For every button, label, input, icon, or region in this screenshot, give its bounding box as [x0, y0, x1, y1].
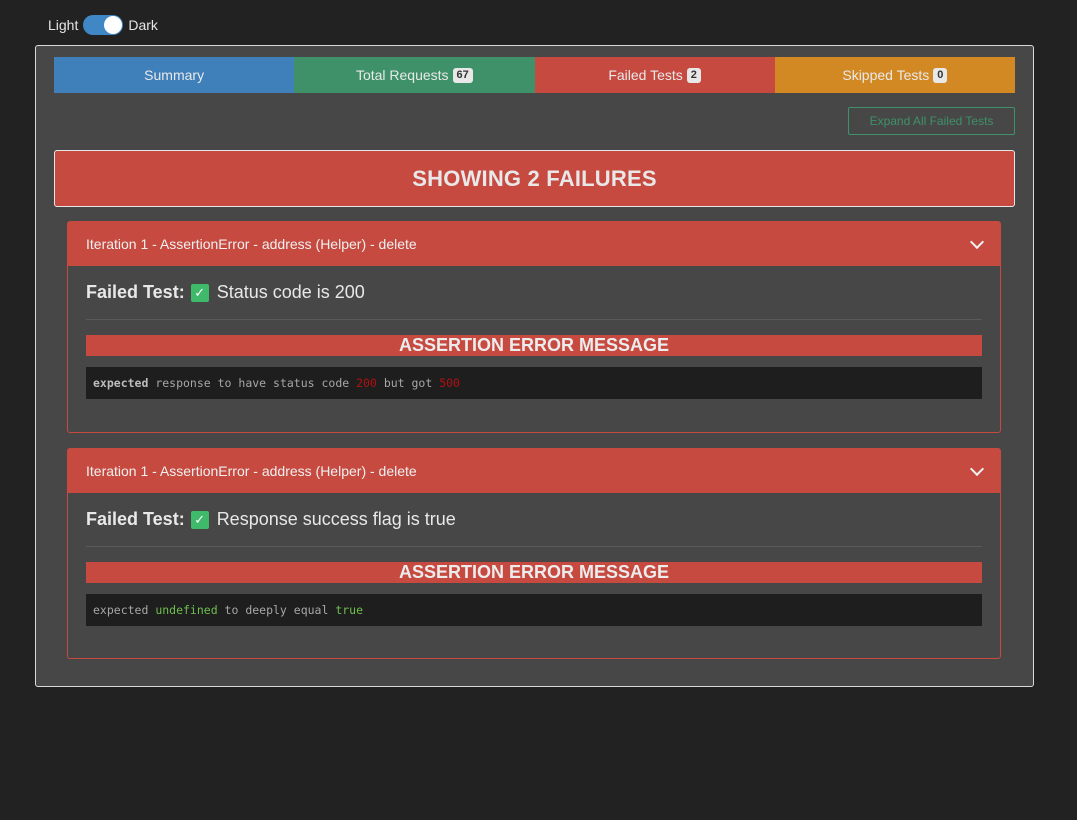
- assertion-message: expected response to have status code 20…: [86, 367, 982, 399]
- report-container: Summary Total Requests 67 Failed Tests 2…: [35, 45, 1034, 687]
- tab-label: Total Requests: [355, 67, 449, 83]
- tab-skipped-tests[interactable]: Skipped Tests 0: [774, 57, 1015, 93]
- test-name: Response success flag is true: [216, 509, 456, 529]
- assertion-message: expected undefined to deeply equal true: [86, 594, 982, 626]
- failed-test-label: Failed Test:: [86, 282, 185, 302]
- failure-card-body: Failed Test: ✓ Response success flag is …: [68, 493, 1000, 626]
- count-badge: 67: [452, 67, 473, 83]
- check-icon: ✓: [190, 283, 209, 302]
- chevron-down-icon[interactable]: [969, 461, 985, 477]
- tab-bar: Summary Total Requests 67 Failed Tests 2…: [54, 57, 1015, 93]
- msg-actual-value: undefined: [155, 603, 218, 617]
- msg-expected-value: true: [335, 603, 364, 617]
- failure-card-header[interactable]: Iteration 1 - AssertionError - address (…: [68, 222, 1000, 266]
- count-badge: 2: [686, 67, 701, 83]
- tab-label: Failed Tests: [608, 67, 683, 83]
- failure-title: Iteration 1 - AssertionError - address (…: [86, 236, 417, 252]
- failure-card-header[interactable]: Iteration 1 - AssertionError - address (…: [68, 449, 1000, 493]
- failures-banner: SHOWING 2 FAILURES: [54, 150, 1015, 207]
- failed-test-line: Failed Test: ✓ Status code is 200: [86, 266, 982, 320]
- tab-total-requests[interactable]: Total Requests 67: [294, 57, 535, 93]
- count-badge: 0: [933, 67, 948, 83]
- tab-label: Skipped Tests: [842, 67, 930, 83]
- failed-test-label: Failed Test:: [86, 509, 185, 529]
- theme-switch[interactable]: [83, 15, 124, 35]
- msg-keyword: expected: [93, 376, 149, 390]
- light-label: Light: [48, 17, 79, 33]
- theme-toggle[interactable]: Light Dark: [48, 15, 158, 35]
- msg-text: response to have status code: [148, 376, 357, 390]
- tab-label: Summary: [144, 67, 205, 83]
- switch-knob: [104, 16, 123, 34]
- expand-all-failed-button[interactable]: Expand All Failed Tests: [848, 107, 1015, 135]
- msg-actual-value: 500: [439, 376, 460, 390]
- chevron-down-icon[interactable]: [969, 234, 985, 250]
- msg-text: to deeply equal: [217, 603, 336, 617]
- test-name: Status code is 200: [216, 282, 365, 302]
- failure-card: Iteration 1 - AssertionError - address (…: [67, 448, 1001, 659]
- assertion-error-title: ASSERTION ERROR MESSAGE: [86, 562, 982, 583]
- msg-text: but got: [376, 376, 440, 390]
- failure-card: Iteration 1 - AssertionError - address (…: [67, 221, 1001, 433]
- tab-summary[interactable]: Summary: [54, 57, 295, 93]
- tab-failed-tests[interactable]: Failed Tests 2: [534, 57, 775, 93]
- msg-expected-value: 200: [356, 376, 377, 390]
- failure-card-body: Failed Test: ✓ Status code is 200 ASSERT…: [68, 266, 1000, 399]
- failure-title: Iteration 1 - AssertionError - address (…: [86, 463, 417, 479]
- assertion-error-title: ASSERTION ERROR MESSAGE: [86, 335, 982, 356]
- failed-test-line: Failed Test: ✓ Response success flag is …: [86, 493, 982, 547]
- msg-text: expected: [93, 603, 156, 617]
- dark-label: Dark: [128, 17, 158, 33]
- check-icon: ✓: [190, 510, 209, 529]
